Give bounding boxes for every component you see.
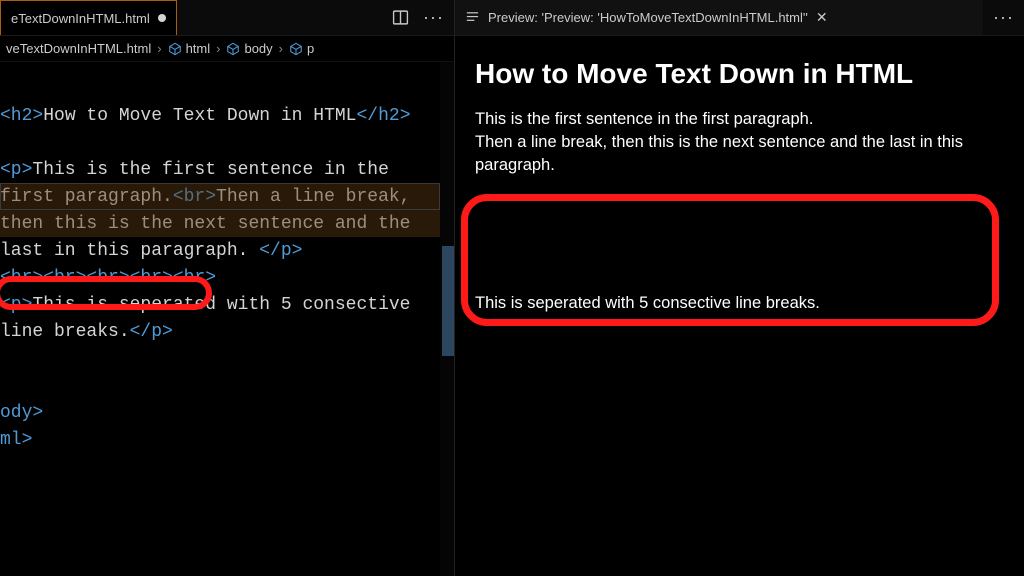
cube-icon xyxy=(226,42,240,56)
html-preview: How to Move Text Down in HTML This is th… xyxy=(455,36,1024,576)
editor-tabbar: eTextDownInHTML.html ··· xyxy=(0,0,454,36)
more-actions-icon[interactable]: ··· xyxy=(993,7,1014,28)
breadcrumb-file[interactable]: veTextDownInHTML.html xyxy=(6,41,151,56)
split-editor-icon[interactable] xyxy=(392,9,409,26)
more-actions-icon[interactable]: ··· xyxy=(423,7,444,28)
code-editor[interactable]: <h2>How to Move Text Down in HTML</h2> <… xyxy=(0,62,454,576)
cube-icon xyxy=(168,42,182,56)
breadcrumb-body[interactable]: body xyxy=(226,41,272,56)
preview-gap xyxy=(475,177,1004,292)
cube-icon xyxy=(289,42,303,56)
preview-paragraph-1: This is the first sentence in the first … xyxy=(475,108,1004,177)
preview-paragraph-2: This is seperated with 5 consective line… xyxy=(475,292,1004,315)
minimap[interactable] xyxy=(440,62,454,576)
breadcrumb-p[interactable]: p xyxy=(289,41,314,56)
chevron-right-icon: › xyxy=(279,41,283,56)
close-icon[interactable]: ✕ xyxy=(816,9,828,26)
chevron-right-icon: › xyxy=(216,41,220,56)
dirty-indicator-icon xyxy=(158,14,166,22)
breadcrumb-html[interactable]: html xyxy=(168,41,211,56)
preview-tab[interactable]: Preview: 'Preview: 'HowToMoveTextDownInH… xyxy=(455,0,983,35)
preview-icon xyxy=(465,10,480,25)
breadcrumb[interactable]: veTextDownInHTML.html › html › body › p xyxy=(0,36,454,62)
editor-pane: eTextDownInHTML.html ··· veTextDownInHTM… xyxy=(0,0,455,576)
chevron-right-icon: › xyxy=(157,41,161,56)
preview-tabbar: Preview: 'Preview: 'HowToMoveTextDownInH… xyxy=(455,0,1024,36)
preview-pane: Preview: 'Preview: 'HowToMoveTextDownInH… xyxy=(455,0,1024,576)
tab-filename: eTextDownInHTML.html xyxy=(11,11,150,26)
code-content: <h2>How to Move Text Down in HTML</h2> <… xyxy=(0,76,454,454)
editor-tab[interactable]: eTextDownInHTML.html xyxy=(0,0,177,35)
preview-heading: How to Move Text Down in HTML xyxy=(475,58,1004,90)
preview-tab-label: Preview: 'Preview: 'HowToMoveTextDownInH… xyxy=(488,10,808,25)
minimap-thumb[interactable] xyxy=(442,246,454,356)
